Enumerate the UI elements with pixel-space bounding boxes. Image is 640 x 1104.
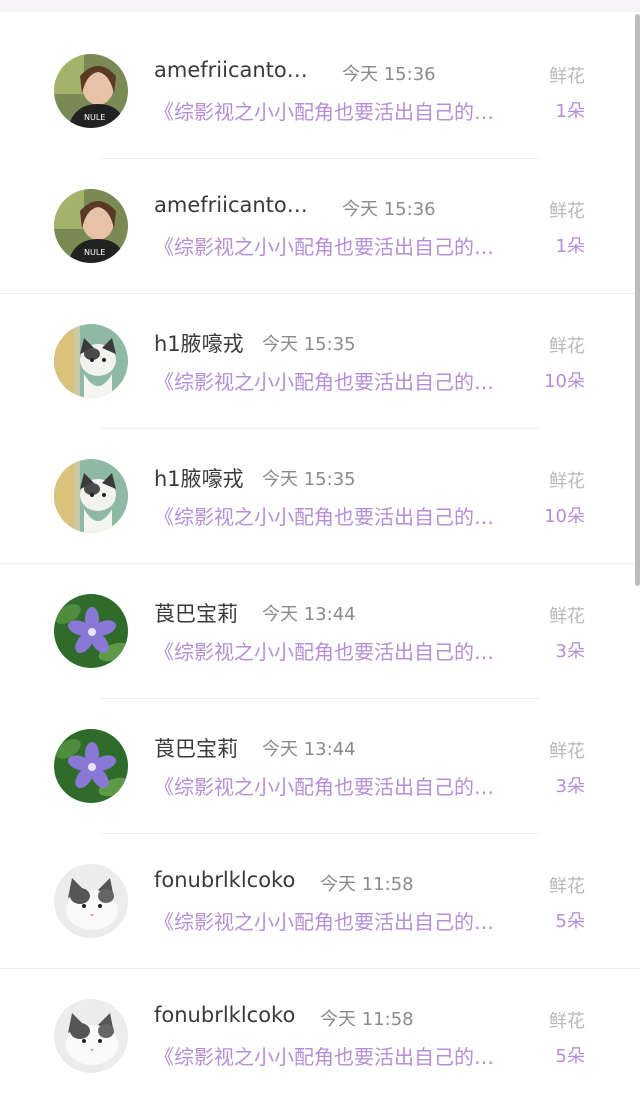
book-title-link[interactable]: 《综影视之小小配角也要活出自己的… — [154, 771, 494, 800]
username[interactable]: h1腋嚎戎 — [154, 328, 244, 358]
list-item[interactable]: NULE amefriicanto… 今天 15:36 鲜花 《综影视之小小配角… — [0, 24, 640, 159]
flower-count: 5朵 — [555, 911, 585, 932]
username[interactable]: amefriicanto… — [154, 58, 308, 82]
timestamp: 今天 15:36 — [342, 64, 436, 85]
flower-count: 1朵 — [555, 236, 585, 257]
list-item[interactable]: h1腋嚎戎 今天 15:35 鲜花 《综影视之小小配角也要活出自己的… 10朵 — [0, 429, 640, 564]
timestamp: 今天 11:58 — [320, 874, 414, 895]
book-title-link[interactable]: 《综影视之小小配角也要活出自己的… — [154, 906, 494, 935]
list-item[interactable]: 莨巴宝莉 今天 13:44 鲜花 《综影视之小小配角也要活出自己的… 3朵 — [0, 699, 640, 834]
cat-peeking-avatar[interactable] — [54, 324, 128, 398]
flower-count: 5朵 — [555, 1046, 585, 1067]
username[interactable]: fonubrlklcoko — [154, 868, 295, 892]
flower-count: 10朵 — [544, 371, 585, 392]
username[interactable]: fonubrlklcoko — [154, 1003, 295, 1027]
timestamp: 今天 15:35 — [262, 334, 356, 355]
list-item[interactable]: fonubrlklcoko 今天 11:58 鲜花 《综影视之小小配角也要活出自… — [0, 969, 640, 1104]
book-title-link[interactable]: 《综影视之小小配角也要活出自己的… — [154, 636, 494, 665]
photo-girl-avatar[interactable]: NULE — [54, 54, 128, 128]
book-title-link[interactable]: 《综影视之小小配角也要活出自己的… — [154, 96, 494, 125]
white-cat-avatar[interactable] — [54, 999, 128, 1073]
list-item[interactable]: NULE amefriicanto… 今天 15:36 鲜花 《综影视之小小配角… — [0, 159, 640, 294]
list-item[interactable]: h1腋嚎戎 今天 15:35 鲜花 《综影视之小小配角也要活出自己的… 10朵 — [0, 294, 640, 429]
flower-label: 鲜花 — [549, 1011, 585, 1032]
svg-text:NULE: NULE — [84, 113, 105, 122]
purple-flower-avatar[interactable] — [54, 594, 128, 668]
flower-gift-list: NULE amefriicanto… 今天 15:36 鲜花 《综影视之小小配角… — [0, 24, 640, 1104]
photo-girl-avatar[interactable]: NULE — [54, 189, 128, 263]
book-title-link[interactable]: 《综影视之小小配角也要活出自己的… — [154, 231, 494, 260]
username[interactable]: 莨巴宝莉 — [154, 598, 238, 628]
timestamp: 今天 11:58 — [320, 1009, 414, 1030]
flower-label: 鲜花 — [549, 336, 585, 357]
cat-peeking-avatar[interactable] — [54, 459, 128, 533]
timestamp: 今天 15:35 — [262, 469, 356, 490]
flower-label: 鲜花 — [549, 606, 585, 627]
username[interactable]: amefriicanto… — [154, 193, 308, 217]
white-cat-avatar[interactable] — [54, 864, 128, 938]
book-title-link[interactable]: 《综影视之小小配角也要活出自己的… — [154, 1041, 494, 1070]
book-title-link[interactable]: 《综影视之小小配角也要活出自己的… — [154, 366, 494, 395]
username[interactable]: h1腋嚎戎 — [154, 463, 244, 493]
top-status-strip — [0, 0, 640, 12]
flower-label: 鲜花 — [549, 66, 585, 87]
flower-count: 3朵 — [555, 641, 585, 662]
flower-count: 10朵 — [544, 506, 585, 527]
purple-flower-avatar[interactable] — [54, 729, 128, 803]
svg-text:NULE: NULE — [84, 248, 105, 257]
book-title-link[interactable]: 《综影视之小小配角也要活出自己的… — [154, 501, 494, 530]
list-item[interactable]: fonubrlklcoko 今天 11:58 鲜花 《综影视之小小配角也要活出自… — [0, 834, 640, 969]
username[interactable]: 莨巴宝莉 — [154, 733, 238, 763]
timestamp: 今天 15:36 — [342, 199, 436, 220]
flower-label: 鲜花 — [549, 471, 585, 492]
flower-count: 3朵 — [555, 776, 585, 797]
list-item[interactable]: 莨巴宝莉 今天 13:44 鲜花 《综影视之小小配角也要活出自己的… 3朵 — [0, 564, 640, 699]
flower-count: 1朵 — [555, 101, 585, 122]
scrollbar[interactable] — [635, 14, 640, 586]
flower-label: 鲜花 — [549, 876, 585, 897]
flower-label: 鲜花 — [549, 201, 585, 222]
flower-label: 鲜花 — [549, 741, 585, 762]
timestamp: 今天 13:44 — [262, 604, 356, 625]
timestamp: 今天 13:44 — [262, 739, 356, 760]
